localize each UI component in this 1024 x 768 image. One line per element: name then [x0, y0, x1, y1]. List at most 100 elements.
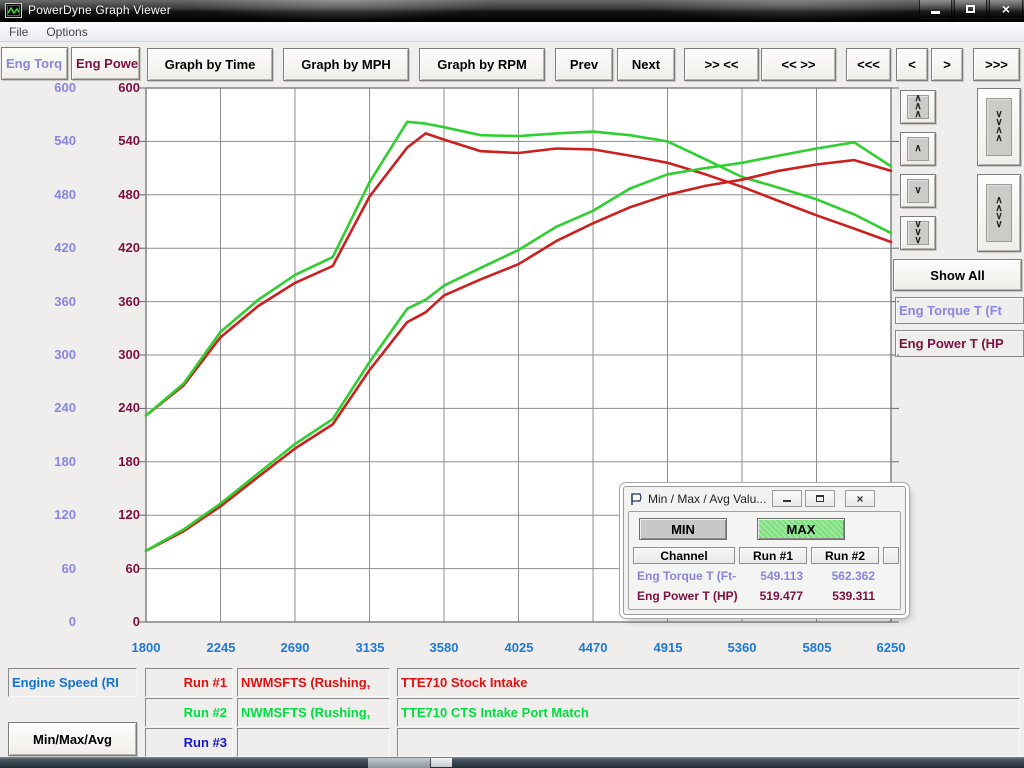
menu-options[interactable]: Options: [37, 25, 96, 39]
power-channel-button[interactable]: Eng Powe: [71, 47, 140, 80]
titlebar-gloss: [180, 0, 500, 22]
taskbar-button-fragment: [368, 758, 430, 768]
close-icon: ×: [1002, 2, 1010, 16]
minimize-icon: [931, 11, 940, 14]
torque-axis-tick-label: 360: [30, 294, 76, 309]
power-axis-tick-label: 540: [94, 133, 140, 148]
torque-axis-tick-label: 600: [30, 80, 76, 95]
scroll-right-button[interactable]: >: [931, 48, 963, 81]
scroll-left-fast-button[interactable]: <<<: [846, 48, 891, 81]
prev-button[interactable]: Prev: [555, 48, 613, 81]
close-button[interactable]: ×: [989, 0, 1023, 19]
scroll-down-button[interactable]: ∨: [900, 174, 936, 208]
power-row-channel: Eng Power T (HP): [637, 589, 737, 605]
run2-description-field[interactable]: TTE710 CTS Intake Port Match: [397, 698, 1020, 727]
zoom-out-horizontal-button[interactable]: << >>: [761, 48, 836, 81]
column-header-run2[interactable]: Run #2: [811, 547, 879, 564]
power-axis-tick-label: 180: [94, 454, 140, 469]
minimize-button[interactable]: [919, 0, 952, 19]
minmax-title: Min / Max / Avg Valu...: [648, 492, 766, 506]
chevron-down-icon: ∨: [907, 179, 929, 203]
torque-channel-label[interactable]: Eng Torque T (Ft: [895, 297, 1024, 324]
run1-file-field[interactable]: NWMSFTS (Rushing,: [237, 668, 390, 697]
torque-axis-tick-label: 480: [30, 187, 76, 202]
show-all-button[interactable]: Show All: [893, 259, 1022, 291]
graph-by-time-button[interactable]: Graph by Time: [147, 48, 273, 81]
rpm-axis-tick-label: 3135: [340, 640, 400, 655]
titlebar-gloss: [640, 0, 940, 22]
max-tab-button[interactable]: MAX: [757, 518, 845, 540]
x-channel-label[interactable]: Engine Speed (RI: [8, 668, 137, 697]
app-icon: [5, 3, 22, 18]
run3-description-field[interactable]: [397, 728, 1020, 757]
minmax-body: MIN MAX Channel Run #1 Run #2 Eng Torque…: [628, 511, 901, 610]
torque-axis-tick-label: 120: [30, 507, 76, 522]
minimize-icon: [783, 500, 791, 502]
flag-icon: [630, 493, 643, 505]
maximize-button[interactable]: [954, 0, 987, 19]
scroll-left-button[interactable]: <: [896, 48, 928, 81]
rpm-axis-tick-label: 6250: [861, 640, 921, 655]
scroll-up-fast-button[interactable]: ∧ ∧ ∧: [900, 90, 936, 124]
minmaxavg-button[interactable]: Min/Max/Avg: [8, 722, 137, 756]
run2-file-field[interactable]: NWMSFTS (Rushing,: [237, 698, 390, 727]
power-axis-tick-label: 300: [94, 347, 140, 362]
next-button[interactable]: Next: [617, 48, 675, 81]
torque-channel-button[interactable]: Eng Torq: [1, 47, 68, 80]
power-axis-tick-label: 0: [94, 614, 140, 629]
minmax-minimize-button[interactable]: [772, 490, 802, 507]
chevron-up-fast-icon: ∧ ∧ ∧: [907, 95, 929, 119]
power-axis-tick-label: 600: [94, 80, 140, 95]
menu-bar: File Options: [0, 22, 1024, 42]
scroll-up-button[interactable]: ∧: [900, 132, 936, 166]
scroll-right-fast-button[interactable]: >>>: [973, 48, 1020, 81]
column-header-cut: [883, 547, 899, 564]
torque-axis-tick-label: 420: [30, 240, 76, 255]
chevrons-in-icon: ∨ ∨ ∧ ∧: [986, 98, 1012, 156]
power-row-run1: 519.477: [739, 589, 803, 605]
vertical-zoom-in-button[interactable]: ∨ ∨ ∧ ∧: [977, 88, 1021, 166]
menu-file[interactable]: File: [0, 25, 37, 39]
minmax-titlebar[interactable]: Min / Max / Avg Valu... ×: [624, 487, 905, 510]
graph-by-rpm-button[interactable]: Graph by RPM: [419, 48, 545, 81]
torque-axis-tick-label: 540: [30, 133, 76, 148]
column-header-channel[interactable]: Channel: [633, 547, 735, 564]
torque-row-channel: Eng Torque T (Ft-: [637, 569, 737, 585]
chevron-down-fast-icon: ∨ ∨ ∨: [907, 221, 929, 245]
vertical-zoom-out-button[interactable]: ∧ ∧ ∨ ∨: [977, 174, 1021, 252]
chevron-up-icon: ∧: [907, 137, 929, 161]
torque-axis-tick-label: 240: [30, 400, 76, 415]
title-bar[interactable]: PowerDyne Graph Viewer ×: [0, 0, 1024, 22]
power-axis-tick-label: 120: [94, 507, 140, 522]
chevrons-out-icon: ∧ ∧ ∨ ∨: [986, 184, 1012, 242]
torque-axis-tick-label: 0: [30, 614, 76, 629]
run3-file-field[interactable]: [237, 728, 390, 757]
run1-description-field[interactable]: TTE710 Stock Intake: [397, 668, 1020, 697]
minmax-close-button[interactable]: ×: [845, 490, 875, 507]
maximize-icon: [966, 5, 975, 13]
torque-axis-tick-label: 300: [30, 347, 76, 362]
torque-row-run2: 562.362: [811, 569, 875, 585]
min-tab-button[interactable]: MIN: [639, 518, 727, 540]
graph-by-mph-button[interactable]: Graph by MPH: [283, 48, 409, 81]
zoom-in-horizontal-button[interactable]: >> <<: [684, 48, 759, 81]
scroll-down-fast-button[interactable]: ∨ ∨ ∨: [900, 216, 936, 250]
power-axis-tick-label: 240: [94, 400, 140, 415]
close-icon: ×: [856, 492, 863, 506]
minmax-restore-button[interactable]: [805, 490, 835, 507]
rpm-axis-tick-label: 4470: [563, 640, 623, 655]
column-header-run1[interactable]: Run #1: [739, 547, 807, 564]
power-channel-label[interactable]: Eng Power T (HP: [895, 330, 1024, 357]
minmax-window[interactable]: Min / Max / Avg Valu... × MIN MAX Channe…: [623, 486, 906, 615]
taskbar-button-fragment: [431, 758, 452, 767]
rpm-axis-tick-label: 1800: [116, 640, 176, 655]
power-axis-tick-label: 420: [94, 240, 140, 255]
power-axis-tick-label: 60: [94, 561, 140, 576]
rpm-axis-tick-label: 5360: [712, 640, 772, 655]
run2-label: Run #2: [145, 698, 233, 727]
torque-row-run1: 549.113: [739, 569, 803, 585]
rpm-axis-tick-label: 5805: [787, 640, 847, 655]
rpm-axis-tick-label: 3580: [414, 640, 474, 655]
taskbar-edge: [0, 757, 1024, 768]
rpm-axis-tick-label: 4025: [489, 640, 549, 655]
